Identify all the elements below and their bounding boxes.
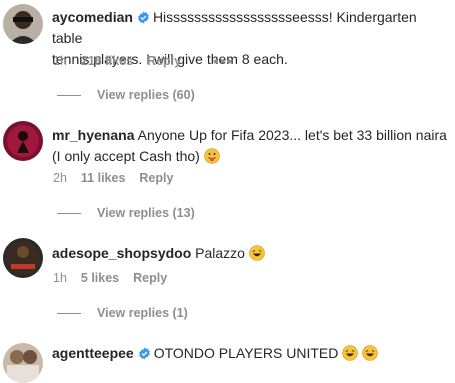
avatar[interactable]: [3, 238, 43, 278]
laughing-emoji-icon: [362, 345, 378, 361]
comment-text: mr_hyenana Anyone Up for Fifa 2023... le…: [52, 125, 447, 167]
comment-body-line1: Anyone Up for Fifa 2023... let's bet 33 …: [137, 127, 447, 143]
comment-meta: 2h 11 likes Reply: [53, 171, 187, 185]
reply-button[interactable]: Reply: [147, 54, 181, 68]
avatar[interactable]: [3, 343, 43, 383]
username[interactable]: adesope_shopsydoo: [52, 245, 191, 261]
comment-body-line1: Palazzo: [195, 245, 245, 261]
view-replies-label[interactable]: View replies (1): [97, 306, 188, 320]
comment-meta: 1h 5 likes Reply: [53, 271, 181, 285]
view-replies-label[interactable]: View replies (13): [97, 206, 195, 220]
comment-text: adesope_shopsydoo Palazzo: [52, 243, 447, 264]
avatar[interactable]: [3, 4, 43, 44]
divider-line: [57, 212, 81, 214]
comment-body-line1: OTONDO PLAYERS UNITED: [153, 345, 339, 361]
view-replies-label[interactable]: View replies (60): [97, 88, 195, 102]
like-count[interactable]: 5 likes: [81, 271, 119, 285]
username[interactable]: mr_hyenana: [52, 127, 134, 143]
comment-time: 2h: [53, 171, 67, 185]
comment-time: 1h: [53, 54, 67, 68]
username[interactable]: agentteepee: [52, 345, 134, 361]
like-count[interactable]: 218 likes: [81, 54, 133, 68]
comment-meta: 1h 218 likes Reply •••: [53, 53, 248, 69]
view-replies-button[interactable]: View replies (13): [57, 206, 195, 220]
divider-line: [57, 312, 81, 314]
reply-button[interactable]: Reply: [139, 171, 173, 185]
divider-line: [57, 94, 81, 96]
view-replies-button[interactable]: View replies (60): [57, 88, 195, 102]
like-count[interactable]: 11 likes: [81, 171, 126, 185]
laughing-emoji-icon: [249, 245, 265, 261]
reply-button[interactable]: Reply: [133, 271, 167, 285]
laughing-emoji-icon: [342, 345, 359, 361]
username[interactable]: aycomedian: [52, 9, 133, 25]
tongue-out-emoji-icon: [203, 148, 220, 164]
avatar[interactable]: [3, 121, 43, 161]
comment-text: agentteepee OTONDO PLAYERS UNITED: [52, 343, 447, 364]
more-options-icon[interactable]: •••: [213, 53, 234, 69]
verified-badge-icon: [138, 11, 149, 24]
comment-time: 1h: [53, 271, 67, 285]
view-replies-button[interactable]: View replies (1): [57, 306, 188, 320]
verified-badge-icon: [138, 347, 150, 360]
comment-body-line2: (I only accept Cash tho): [52, 148, 200, 164]
